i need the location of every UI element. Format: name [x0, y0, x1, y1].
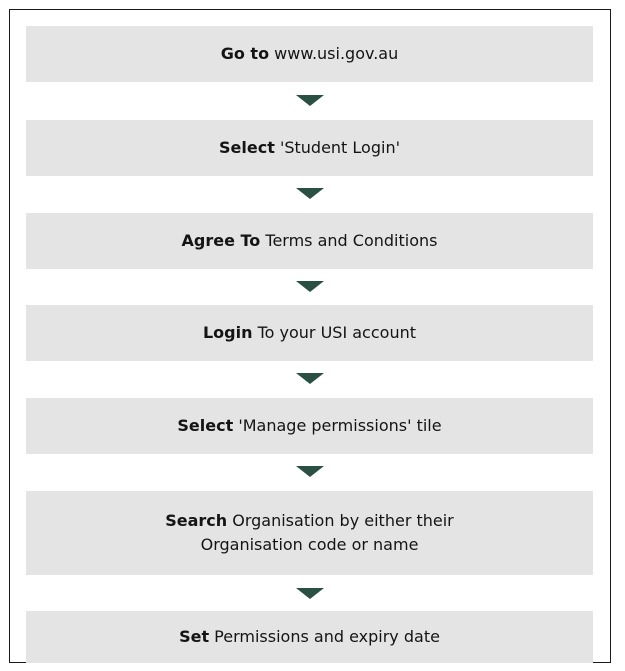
down-triangle-icon — [296, 466, 324, 477]
down-triangle-icon — [296, 281, 324, 292]
step-text: Organisation by either their — [227, 511, 454, 530]
step-keyword: Agree To — [181, 231, 261, 250]
step-text-line-2: Organisation code or name — [200, 535, 419, 554]
step-keyword: Select — [219, 138, 275, 157]
step-text: www.usi.gov.au — [269, 44, 399, 63]
step-agree-terms: Agree To Terms and Conditions — [26, 213, 593, 269]
step-select-student-login: Select 'Student Login' — [26, 120, 593, 176]
step-keyword: Select — [177, 416, 234, 435]
step-text: 'Student Login' — [274, 138, 400, 157]
step-login-usi-account: Login To your USI account — [26, 305, 593, 361]
step-text: Terms and Conditions — [260, 231, 438, 250]
step-go-to-website: Go to www.usi.gov.au — [26, 26, 593, 82]
down-triangle-icon — [296, 188, 324, 199]
step-set-permissions: Set Permissions and expiry date — [26, 611, 593, 663]
down-triangle-icon — [296, 588, 324, 599]
down-triangle-icon — [296, 373, 324, 384]
step-search-organisation: Search Organisation by either their Orga… — [26, 491, 593, 575]
step-select-manage-permissions: Select 'Manage permissions' tile — [26, 398, 593, 454]
step-keyword: Go to — [220, 44, 270, 63]
step-text: To your USI account — [252, 323, 416, 342]
step-text: 'Manage permissions' tile — [233, 416, 442, 435]
down-triangle-icon — [296, 95, 324, 106]
step-keyword: Login — [202, 323, 253, 342]
step-keyword: Set — [179, 627, 210, 646]
step-text: Permissions and expiry date — [209, 627, 440, 646]
step-keyword: Search — [165, 511, 228, 530]
